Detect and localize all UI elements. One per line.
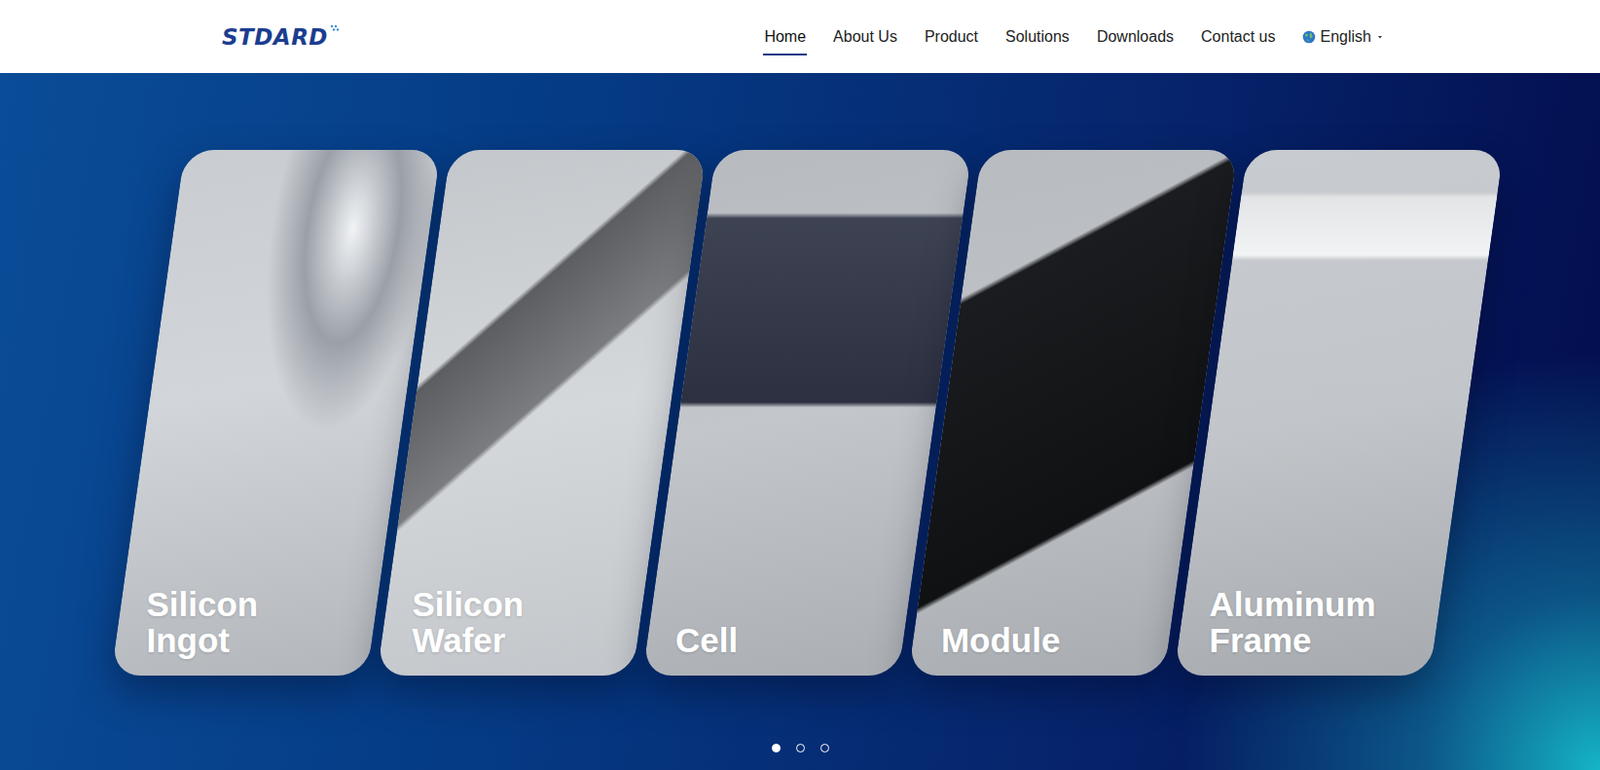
carousel-dots bbox=[771, 743, 830, 753]
product-cards: Silicon IngotSilicon WaferCellModuleAlum… bbox=[147, 149, 1467, 676]
carousel-dot[interactable] bbox=[820, 743, 830, 753]
globe-icon bbox=[1302, 30, 1316, 44]
logo[interactable]: STDARD bbox=[221, 24, 340, 50]
language-label[interactable]: English bbox=[1320, 28, 1372, 46]
language-selector[interactable]: English bbox=[1302, 0, 1384, 73]
logo-text[interactable]: STDARD bbox=[221, 24, 328, 50]
caret-down-icon bbox=[1376, 33, 1384, 41]
nav-link[interactable]: Contact us bbox=[1200, 0, 1276, 73]
card-title[interactable]: Silicon Ingot bbox=[116, 585, 258, 676]
card-title[interactable]: Module bbox=[910, 621, 1059, 676]
nav-label[interactable]: Product bbox=[924, 28, 979, 46]
nav-link[interactable]: About Us bbox=[832, 0, 899, 73]
card-title[interactable]: Aluminum Frame bbox=[1179, 585, 1376, 676]
carousel-dot[interactable] bbox=[796, 743, 805, 753]
nav-link[interactable]: Home bbox=[763, 0, 807, 73]
nav-link[interactable]: Product bbox=[923, 0, 980, 73]
hero-carousel: Silicon Ingot Silicon Wafer Cell Module Alum… bbox=[0, 72, 1600, 770]
logo-dots-icon bbox=[329, 24, 340, 33]
carousel-dot[interactable] bbox=[771, 743, 781, 753]
nav-label[interactable]: Contact us bbox=[1200, 28, 1275, 46]
card-title[interactable]: Cell bbox=[645, 621, 737, 676]
nav-link[interactable]: Downloads bbox=[1095, 0, 1175, 73]
header: STDARD Home About Us Product Solutions Downl… bbox=[0, 0, 1600, 73]
nav-link[interactable]: Solutions bbox=[1004, 0, 1071, 73]
main-nav: Home About Us Product Solutions Downloads Con… bbox=[763, 0, 1384, 73]
nav-label[interactable]: About Us bbox=[833, 28, 898, 46]
nav-label[interactable]: Downloads bbox=[1096, 28, 1174, 46]
card-title[interactable]: Silicon Wafer bbox=[382, 585, 524, 676]
nav-label[interactable]: Solutions bbox=[1005, 28, 1070, 46]
nav-label[interactable]: Home bbox=[763, 28, 806, 46]
